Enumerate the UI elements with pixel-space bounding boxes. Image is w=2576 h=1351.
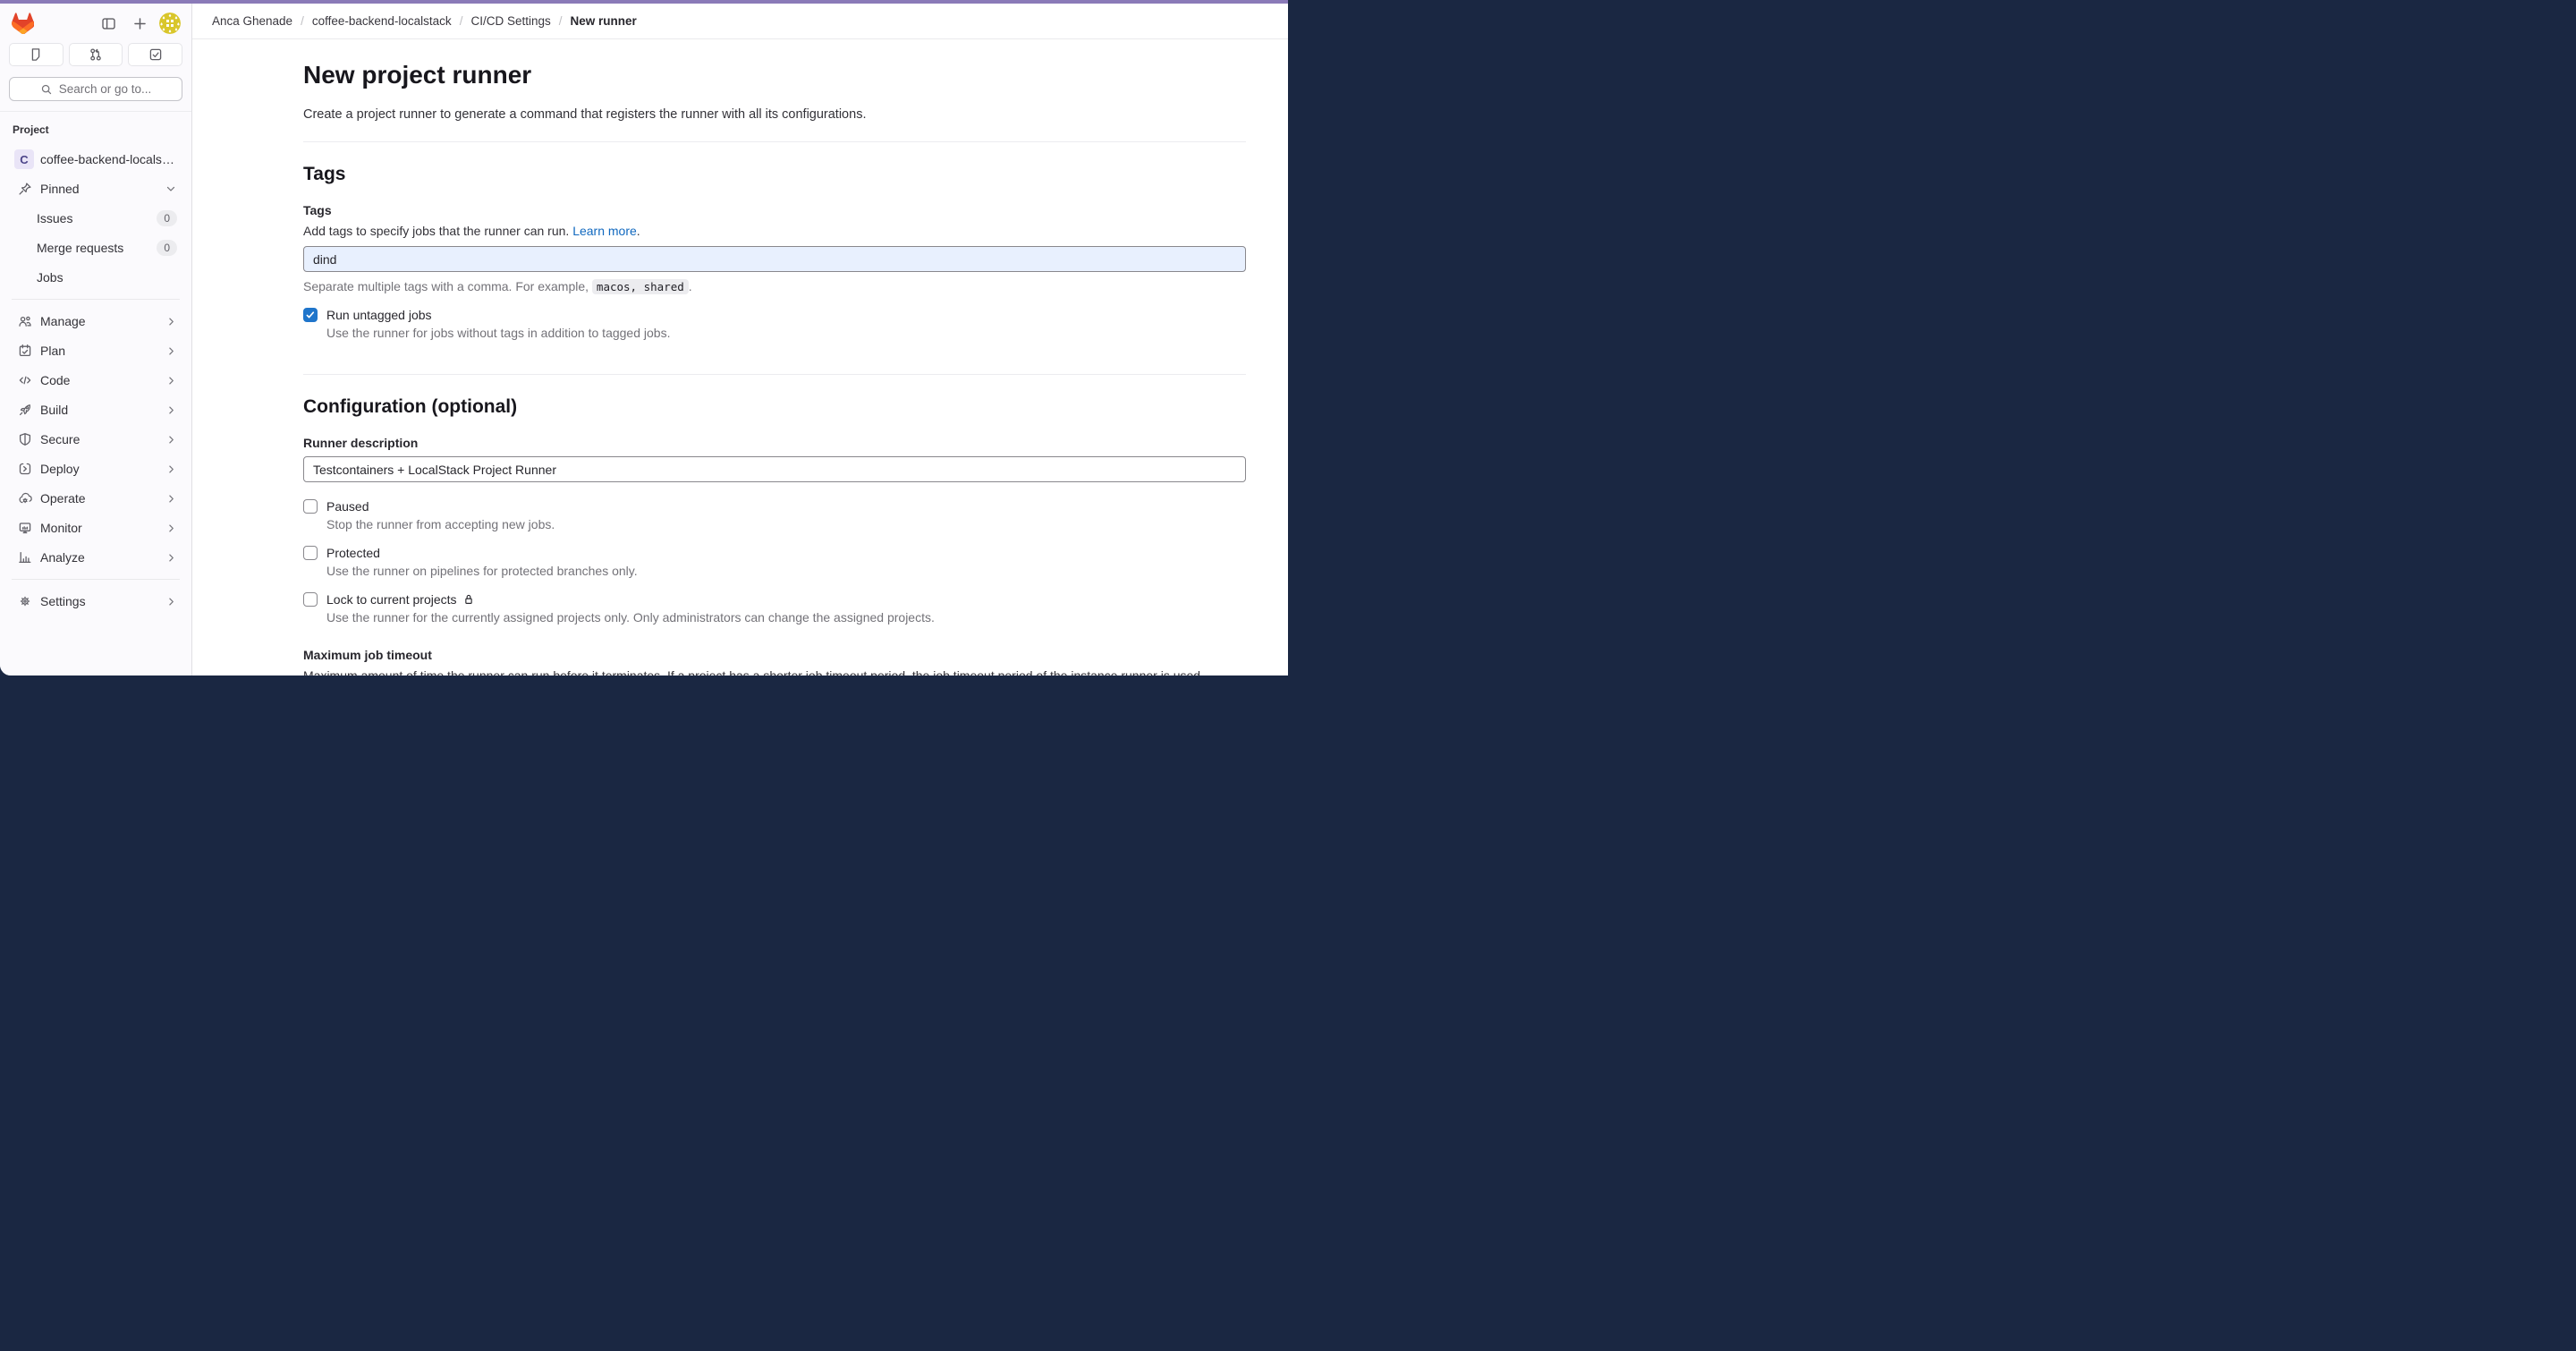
chevron-right-icon	[165, 316, 177, 327]
timeout-description: Maximum amount of time the runner can ru…	[303, 668, 1246, 676]
search-input[interactable]: Search or go to...	[9, 77, 182, 101]
breadcrumb: Anca Ghenade / coffee-backend-localstack…	[192, 4, 1288, 39]
chevron-right-icon	[165, 523, 177, 534]
pinned-label: Pinned	[40, 182, 165, 196]
chevron-right-icon	[165, 404, 177, 416]
lock-checkbox[interactable]	[303, 592, 318, 607]
sidebar-item-merge-requests[interactable]: Merge requests 0	[7, 234, 184, 262]
timeout-label: Maximum job timeout	[303, 648, 1246, 662]
chevron-right-icon	[165, 463, 177, 475]
lock-checkbox-row[interactable]: Lock to current projects	[303, 591, 1246, 608]
gitlab-logo[interactable]	[12, 13, 34, 34]
user-avatar[interactable]	[159, 13, 181, 34]
sidebar-item-manage[interactable]: Manage	[7, 307, 184, 336]
tags-input[interactable]	[303, 246, 1246, 272]
breadcrumb-current: New runner	[571, 14, 637, 28]
paused-help: Stop the runner from accepting new jobs.	[326, 517, 1246, 531]
tags-field-label: Tags	[303, 203, 1246, 217]
paused-checkbox-row[interactable]: Paused	[303, 498, 1246, 514]
learn-more-link[interactable]: Learn more	[572, 224, 637, 238]
sidebar-item-deploy[interactable]: Deploy	[7, 455, 184, 483]
sidebar-item-build[interactable]: Build	[7, 395, 184, 424]
runner-description-label: Runner description	[303, 436, 1246, 450]
chevron-right-icon	[165, 345, 177, 357]
search-placeholder: Search or go to...	[59, 82, 152, 96]
sidebar-section-label: Project	[0, 112, 191, 144]
run-untagged-checkbox[interactable]	[303, 308, 318, 322]
protected-checkbox-row[interactable]: Protected	[303, 545, 1246, 561]
tags-field-description: Add tags to specify jobs that the runner…	[303, 224, 1246, 238]
lock-icon	[462, 593, 475, 606]
section-divider	[303, 141, 1246, 142]
page-title: New project runner	[303, 61, 1246, 89]
tags-section-heading: Tags	[303, 164, 1246, 185]
chevron-right-icon	[165, 552, 177, 564]
run-untagged-checkbox-row[interactable]: Run untagged jobs	[303, 307, 1246, 323]
chevron-right-icon	[165, 493, 177, 505]
calendar-icon	[18, 344, 32, 358]
rocket-icon	[18, 403, 32, 417]
chevron-right-icon	[165, 434, 177, 446]
gear-icon	[18, 594, 32, 608]
sidebar-item-pinned[interactable]: Pinned	[7, 174, 184, 203]
sidebar: Search or go to... Project C coffee-back…	[0, 4, 192, 676]
tags-example-code: macos, shared	[592, 279, 689, 294]
monitor-icon	[18, 521, 32, 535]
sidebar-item-project[interactable]: C coffee-backend-localstack	[7, 145, 184, 174]
lock-help: Use the runner for the currently assigne…	[326, 610, 1246, 625]
sidebar-divider	[12, 579, 180, 580]
shortcut-issues-button[interactable]	[9, 43, 64, 66]
paused-checkbox[interactable]	[303, 499, 318, 514]
create-new-button[interactable]	[128, 12, 151, 35]
breadcrumb-cicd-settings[interactable]: CI/CD Settings	[470, 14, 550, 28]
sidebar-divider	[12, 299, 180, 300]
protected-help: Use the runner on pipelines for protecte…	[326, 564, 1246, 578]
breadcrumb-user[interactable]: Anca Ghenade	[212, 14, 292, 28]
issues-count-badge: 0	[157, 210, 177, 226]
shortcut-merge-requests-button[interactable]	[69, 43, 123, 66]
sidebar-item-issues[interactable]: Issues 0	[7, 204, 184, 233]
cloud-gear-icon	[18, 491, 32, 506]
sidebar-item-secure[interactable]: Secure	[7, 425, 184, 454]
project-avatar: C	[14, 149, 34, 169]
project-name: coffee-backend-localstack	[40, 152, 177, 166]
sidebar-item-operate[interactable]: Operate	[7, 484, 184, 513]
shortcut-todo-button[interactable]	[128, 43, 182, 66]
deploy-icon	[18, 462, 32, 476]
search-icon	[40, 83, 53, 96]
merge-requests-count-badge: 0	[157, 240, 177, 256]
pin-icon	[18, 182, 32, 196]
protected-label: Protected	[326, 545, 380, 561]
code-icon	[18, 373, 32, 387]
shield-icon	[18, 432, 32, 446]
chevron-down-icon	[165, 183, 177, 195]
users-icon	[18, 314, 32, 328]
check-icon	[305, 310, 316, 320]
section-divider	[303, 374, 1246, 375]
sidebar-toggle-button[interactable]	[97, 12, 120, 35]
page-content: New project runner Create a project runn…	[192, 39, 1288, 676]
breadcrumb-project[interactable]: coffee-backend-localstack	[312, 14, 452, 28]
sidebar-item-code[interactable]: Code	[7, 366, 184, 395]
gitlab-window: Search or go to... Project C coffee-back…	[0, 0, 1288, 676]
lock-label: Lock to current projects	[326, 591, 475, 608]
page-subtitle: Create a project runner to generate a co…	[303, 107, 1246, 122]
sidebar-item-jobs[interactable]: Jobs	[7, 263, 184, 292]
chevron-right-icon	[165, 375, 177, 387]
protected-checkbox[interactable]	[303, 546, 318, 560]
paused-label: Paused	[326, 498, 369, 514]
tags-help: Separate multiple tags with a comma. For…	[303, 279, 1246, 293]
sidebar-item-settings[interactable]: Settings	[7, 587, 184, 616]
configuration-section-heading: Configuration (optional)	[303, 396, 1246, 418]
run-untagged-help: Use the runner for jobs without tags in …	[326, 326, 1246, 340]
sidebar-item-monitor[interactable]: Monitor	[7, 514, 184, 542]
runner-description-input[interactable]	[303, 456, 1246, 482]
chevron-right-icon	[165, 596, 177, 608]
sidebar-item-analyze[interactable]: Analyze	[7, 543, 184, 572]
run-untagged-label: Run untagged jobs	[326, 307, 432, 323]
sidebar-item-plan[interactable]: Plan	[7, 336, 184, 365]
chart-icon	[18, 550, 32, 565]
